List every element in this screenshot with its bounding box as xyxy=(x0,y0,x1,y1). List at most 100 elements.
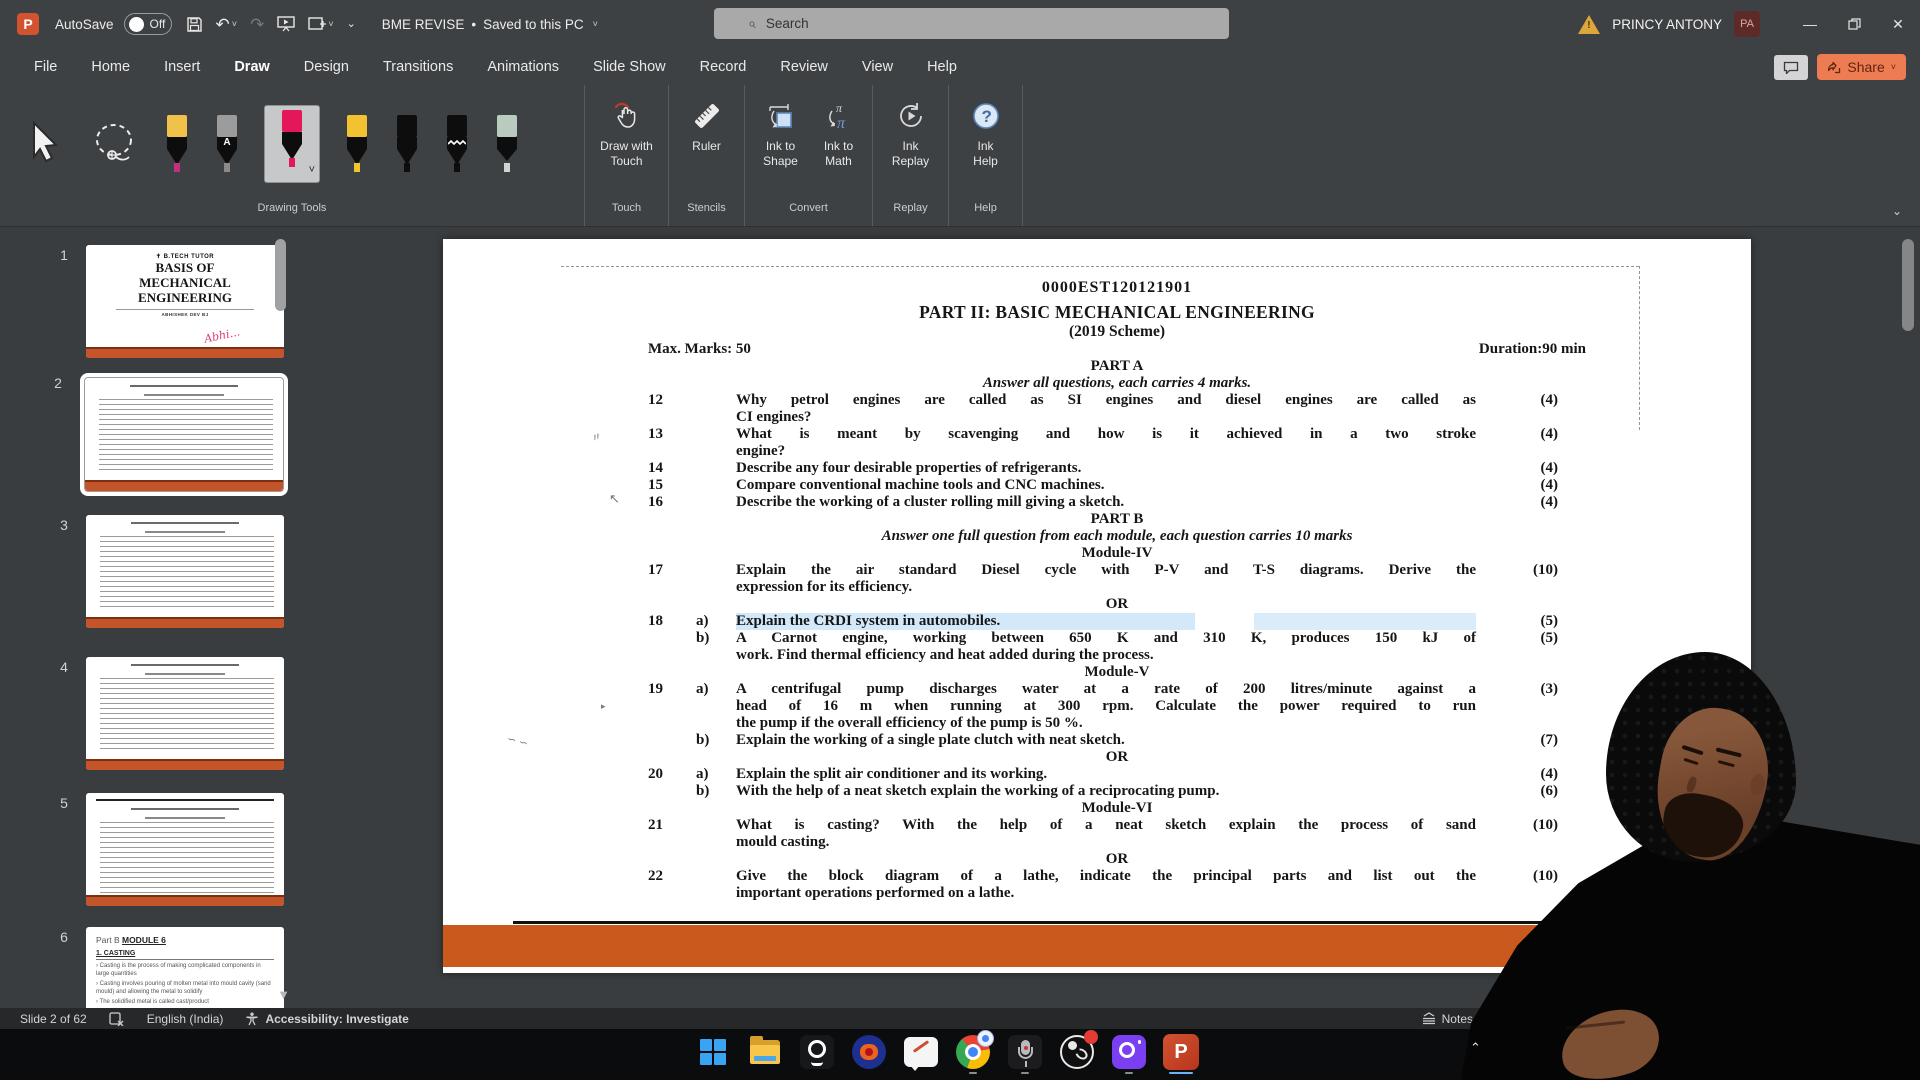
notes-icon xyxy=(1421,1012,1437,1025)
select-tool-icon[interactable] xyxy=(28,121,68,167)
collapse-ribbon-chevron-icon[interactable]: ⌄ xyxy=(1892,204,1902,218)
language-button[interactable]: English (India) xyxy=(147,1012,224,1026)
notes-button[interactable]: Notes xyxy=(1421,1012,1473,1026)
draw-with-touch-button[interactable]: Draw with Touch xyxy=(591,93,663,169)
user-name[interactable]: PRINCY ANTONY xyxy=(1612,17,1722,32)
taskbar-hidden-icons-chevron[interactable]: ⌃ xyxy=(1470,1040,1481,1056)
undo-chevron-icon[interactable]: ˅ xyxy=(232,20,237,29)
tab-file[interactable]: File xyxy=(34,59,57,75)
question-marks: (6) xyxy=(1476,783,1586,800)
document-title[interactable]: BME REVISE • Saved to this PC ˅ xyxy=(382,17,598,32)
exam-question-row: 22Give the block diagram of a lathe, ind… xyxy=(648,868,1586,902)
question-subletter xyxy=(696,460,736,477)
tab-design[interactable]: Design xyxy=(304,59,349,75)
taskbar-icon-voice-recorder[interactable] xyxy=(1006,1033,1044,1071)
taskbar-icon-camera-app[interactable] xyxy=(798,1033,836,1071)
tab-transitions[interactable]: Transitions xyxy=(383,59,453,75)
tab-home[interactable]: Home xyxy=(91,59,130,75)
tab-record[interactable]: Record xyxy=(700,59,747,75)
taskbar-icon-chrome[interactable] xyxy=(954,1033,992,1071)
slide-thumbnail-2[interactable] xyxy=(85,378,283,491)
exam-question-row: 16Describe the working of a cluster roll… xyxy=(648,494,1586,511)
quick-access-overflow-button[interactable]: ⌄ xyxy=(347,19,356,30)
warning-icon[interactable]: ! xyxy=(1578,15,1600,34)
minimize-button[interactable]: — xyxy=(1788,0,1832,48)
taskbar-icon-camera-filter-app[interactable] xyxy=(1110,1033,1148,1071)
comments-button[interactable] xyxy=(1774,55,1808,80)
thumbnail-scroll-down-icon[interactable]: ▼ xyxy=(277,987,290,1002)
question-subletter xyxy=(696,426,736,460)
title-bar: P AutoSave Off ↶˅ ↷ ˅ ⌄ BME REVISE • Sav… xyxy=(0,0,1920,48)
tab-slide-show[interactable]: Slide Show xyxy=(593,59,666,75)
slide-area-scrollbar[interactable] xyxy=(1902,233,1914,1008)
tab-insert[interactable]: Insert xyxy=(164,59,200,75)
tab-draw[interactable]: Draw xyxy=(234,59,269,75)
save-button[interactable] xyxy=(186,16,203,33)
autosave-state: Off xyxy=(150,17,166,31)
eraser-icon[interactable] xyxy=(164,115,190,173)
slide-counter[interactable]: Slide 2 of 62 xyxy=(20,1012,87,1026)
accessibility-button[interactable]: Accessibility: Investigate xyxy=(245,1012,408,1026)
pencil-icon[interactable]: A xyxy=(214,115,240,173)
taskbar-icon-start[interactable] xyxy=(694,1033,732,1071)
pen-yellow-icon[interactable] xyxy=(344,115,370,173)
ruler-button[interactable]: Ruler xyxy=(691,93,723,154)
thumbnail-number: 1 xyxy=(42,245,86,358)
ink-help-button[interactable]: ? Ink Help xyxy=(968,93,1004,169)
share-button[interactable]: Share ˅ xyxy=(1817,54,1906,80)
slide-thumbnail-5[interactable] xyxy=(86,793,284,906)
tab-review[interactable]: Review xyxy=(780,59,828,75)
toggle-knob-icon xyxy=(129,17,144,32)
thumbnail-scrollbar[interactable] xyxy=(275,235,286,995)
question-marks: (5) xyxy=(1476,613,1586,630)
start-slideshow-button[interactable] xyxy=(277,16,295,32)
thumbnail-row: 2 xyxy=(36,373,288,496)
pen-zigzag-icon[interactable] xyxy=(444,115,470,173)
taskbar-icon-obs-studio[interactable] xyxy=(1058,1033,1096,1071)
close-button[interactable]: ✕ xyxy=(1876,0,1920,48)
lasso-select-tool-icon[interactable] xyxy=(92,120,140,168)
taskbar-icon-powerpoint[interactable]: P xyxy=(1162,1033,1200,1071)
pen-options-chevron-icon[interactable]: ˅ xyxy=(309,164,315,176)
exam-center-line: Answer all questions, each carries 4 mar… xyxy=(648,375,1586,392)
ink-to-shape-button[interactable]: Ink to Shape xyxy=(756,93,806,169)
exam-center-line: OR xyxy=(648,749,1586,766)
powerpoint-logo-icon[interactable]: P xyxy=(17,13,39,35)
slide-thumbnail-4[interactable] xyxy=(86,657,284,770)
taskbar-icon-chat-app[interactable] xyxy=(902,1033,940,1071)
tab-view[interactable]: View xyxy=(862,59,893,75)
new-slide-button[interactable]: ˅ xyxy=(308,16,333,32)
exam-question-row: b)With the help of a neat sketch explain… xyxy=(648,783,1586,800)
question-marks: (4) xyxy=(1476,460,1586,477)
tab-help[interactable]: Help xyxy=(927,59,957,75)
ink-to-math-button[interactable]: ππ Ink to Math xyxy=(816,93,862,169)
pen-red-selected-icon[interactable] xyxy=(279,110,305,168)
exam-title: PART II: BASIC MECHANICAL ENGINEERING xyxy=(648,302,1586,323)
thumbnail-row: 5 xyxy=(42,793,284,906)
ink-arrow-mark: ↖ xyxy=(609,491,620,507)
question-text: A centrifugal pump discharges water at a… xyxy=(736,681,1476,732)
taskbar-icon-meet-app[interactable] xyxy=(850,1033,888,1071)
autosave-toggle[interactable]: Off xyxy=(124,13,172,35)
ink-replay-button[interactable]: Ink Replay xyxy=(887,93,935,169)
spellcheck-button[interactable] xyxy=(109,1012,125,1026)
question-subletter: a) xyxy=(696,613,736,630)
slide-thumbnail-1[interactable]: ✝ B.TECH TUTORBASIS OFMECHANICALENGINEER… xyxy=(86,245,284,358)
normal-view-button[interactable] xyxy=(1513,1012,1530,1026)
maximize-button[interactable] xyxy=(1832,0,1876,48)
tab-animations[interactable]: Animations xyxy=(487,59,559,75)
redo-button-disabled: ↷ xyxy=(250,16,264,33)
pen-black-icon[interactable] xyxy=(394,115,420,173)
ink-replay-label: Ink Replay xyxy=(887,139,935,169)
svg-text:π: π xyxy=(837,115,846,131)
taskbar-icon-file-explorer[interactable] xyxy=(746,1033,784,1071)
slide-canvas[interactable]: 0000EST120121901 PART II: BASIC MECHANIC… xyxy=(443,239,1751,973)
avatar[interactable]: PA xyxy=(1734,11,1760,37)
highlighter-icon[interactable] xyxy=(494,115,520,173)
undo-button[interactable]: ↶˅ xyxy=(216,16,238,33)
selected-pen-box[interactable]: ˅ xyxy=(264,105,320,183)
search-input[interactable]: ⌕ Search xyxy=(714,8,1229,39)
slide-thumbnail-3[interactable] xyxy=(86,515,284,628)
exam-center-line: PART A xyxy=(648,358,1586,375)
new-slide-chevron-icon[interactable]: ˅ xyxy=(328,20,333,29)
